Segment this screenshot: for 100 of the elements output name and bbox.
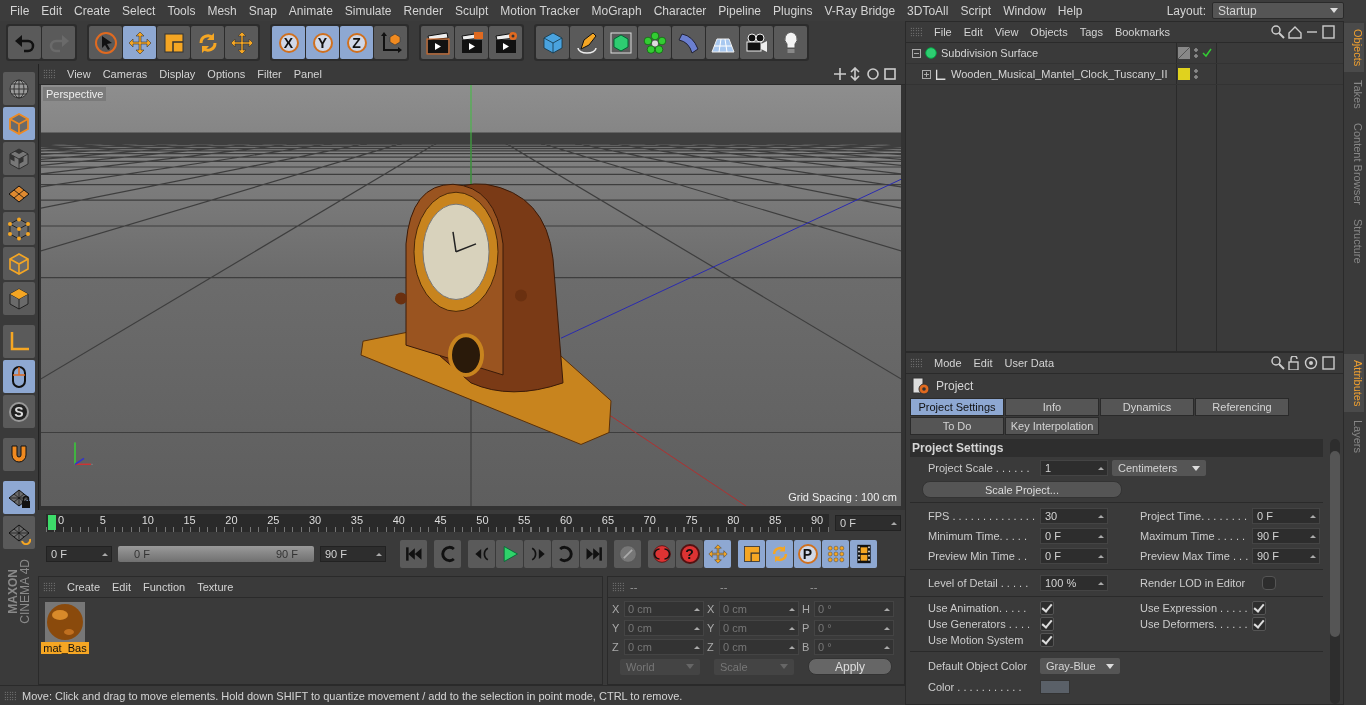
magnet-button[interactable]: [3, 438, 35, 471]
move-arrows-button[interactable]: [123, 26, 156, 59]
lock-icon[interactable]: [1271, 356, 1335, 370]
menu-item[interactable]: User Data: [998, 357, 1061, 369]
axis-button[interactable]: [3, 325, 35, 358]
menu-item[interactable]: Script: [954, 3, 998, 18]
mouse-button[interactable]: [3, 360, 35, 393]
step-forward-button[interactable]: [524, 540, 551, 568]
menu-item[interactable]: Bookmarks: [1108, 26, 1176, 38]
side-tab[interactable]: Attributes: [1344, 354, 1364, 413]
menu-item[interactable]: Function: [137, 581, 192, 593]
menu-item[interactable]: Motion Tracker: [494, 3, 586, 18]
light-bulb-button[interactable]: [774, 26, 807, 59]
rotate-button[interactable]: [191, 26, 224, 59]
level-of-detail-field[interactable]: 100 %: [1040, 575, 1108, 591]
timeline-ruler[interactable]: 0 5 10 15 20 25 30 35 40 45 50 55 60 65 70 75 80 85 90: [46, 514, 829, 532]
checkbox[interactable]: [1252, 617, 1266, 631]
menu-item[interactable]: Tags: [1073, 26, 1109, 38]
polygon-cube-button[interactable]: [3, 282, 35, 315]
scale-button[interactable]: [157, 26, 190, 59]
move-arrows-button[interactable]: [225, 26, 258, 59]
menu-item[interactable]: File: [928, 26, 958, 38]
menu-item[interactable]: Edit: [106, 581, 137, 593]
parameter-button[interactable]: P: [794, 540, 821, 568]
points-cube-button[interactable]: [3, 212, 35, 245]
start-frame-field[interactable]: 0 F: [46, 546, 112, 562]
range-slider[interactable]: 0 F 90 F: [118, 546, 314, 562]
menu-item[interactable]: Simulate: [338, 3, 398, 18]
menu-item[interactable]: Cameras: [96, 68, 154, 80]
time-field[interactable]: 90 F: [1252, 548, 1320, 564]
menu-item[interactable]: Tools: [161, 3, 202, 18]
checkmark-icon[interactable]: [1202, 48, 1212, 58]
menu-item[interactable]: Options: [201, 68, 252, 80]
film-strip-button[interactable]: [850, 540, 877, 568]
tab[interactable]: Project Settings: [910, 398, 1004, 416]
cube-button[interactable]: [536, 26, 569, 59]
menu-item[interactable]: Window: [997, 3, 1052, 18]
scrollbar[interactable]: [1330, 439, 1340, 704]
cursor-button[interactable]: [89, 26, 122, 59]
checkbox[interactable]: [1040, 601, 1054, 615]
menu-item[interactable]: Create: [68, 3, 117, 18]
checkbox[interactable]: [1040, 633, 1054, 647]
grid-plane-button[interactable]: [3, 177, 35, 210]
globe-button[interactable]: [3, 72, 35, 105]
menu-item[interactable]: Filter: [251, 68, 288, 80]
search-icon[interactable]: [1271, 25, 1335, 39]
checkbox[interactable]: [1262, 576, 1276, 590]
collapse-toggle-icon[interactable]: [912, 48, 921, 58]
axis-cube-button[interactable]: [374, 26, 407, 59]
menu-item[interactable]: Edit: [967, 357, 999, 369]
unit-dropdown[interactable]: Centimeters: [1112, 460, 1206, 476]
menu-item[interactable]: Select: [116, 3, 162, 18]
locked-grid-button[interactable]: [3, 481, 35, 514]
axis-button[interactable]: Z: [340, 26, 373, 59]
previous-key-button[interactable]: [434, 540, 461, 568]
time-field[interactable]: 0 F: [1040, 548, 1108, 564]
clapperboard-button[interactable]: [421, 26, 454, 59]
expand-toggle-icon[interactable]: [922, 69, 931, 79]
skip-start-button[interactable]: [400, 540, 427, 568]
menu-item[interactable]: Objects: [1024, 26, 1074, 38]
scale-button[interactable]: [738, 540, 765, 568]
menu-item[interactable]: Help: [1051, 3, 1089, 18]
checkbox[interactable]: [1040, 617, 1054, 631]
menu-item[interactable]: Pipeline: [712, 3, 768, 18]
camera-button[interactable]: [740, 26, 773, 59]
tab[interactable]: Dynamics: [1100, 398, 1194, 416]
floor-grid-button[interactable]: [706, 26, 739, 59]
menu-item[interactable]: Panel: [287, 68, 328, 80]
object-tree-item[interactable]: Subdivision Surface: [906, 46, 1172, 60]
scale-project-button[interactable]: Scale Project...: [922, 481, 1122, 498]
material-item[interactable]: mat_Bas: [43, 602, 87, 654]
flower-button[interactable]: [638, 26, 671, 59]
object-tree-item[interactable]: Wooden_Musical_Mantel_Clock_Tuscany_II: [906, 67, 1172, 81]
tab[interactable]: Referencing: [1195, 398, 1289, 416]
step-back-button[interactable]: [468, 540, 495, 568]
menu-item[interactable]: V-Ray Bridge: [818, 3, 902, 18]
bend-button[interactable]: [672, 26, 705, 59]
help-button[interactable]: ?: [676, 540, 703, 568]
menu-item[interactable]: Create: [61, 581, 107, 593]
menu-item[interactable]: Edit: [35, 3, 69, 18]
menu-item[interactable]: Snap: [242, 3, 283, 18]
menu-item[interactable]: Texture: [191, 581, 240, 593]
scale-field[interactable]: 1: [1040, 460, 1108, 476]
pen-button[interactable]: [570, 26, 603, 59]
clapperboard-button[interactable]: [455, 26, 488, 59]
menu-item[interactable]: Animate: [282, 3, 339, 18]
menu-item[interactable]: View: [61, 68, 97, 80]
autokey-button[interactable]: [648, 540, 675, 568]
checkbox[interactable]: [1252, 601, 1266, 615]
next-key-button[interactable]: [552, 540, 579, 568]
color-swatch[interactable]: [1040, 680, 1070, 694]
time-field[interactable]: 0 F: [1252, 508, 1320, 524]
menu-item[interactable]: Mesh: [201, 3, 243, 18]
object-color-dropdown[interactable]: Gray-Blue: [1040, 658, 1120, 674]
clapperboard-button[interactable]: [489, 26, 522, 59]
time-field[interactable]: 90 F: [1252, 528, 1320, 544]
grid-button[interactable]: [3, 516, 35, 549]
current-frame-field[interactable]: 0 F: [835, 515, 901, 531]
visibility-dots-icon[interactable]: [1194, 47, 1198, 59]
menu-item[interactable]: Character: [647, 3, 713, 18]
